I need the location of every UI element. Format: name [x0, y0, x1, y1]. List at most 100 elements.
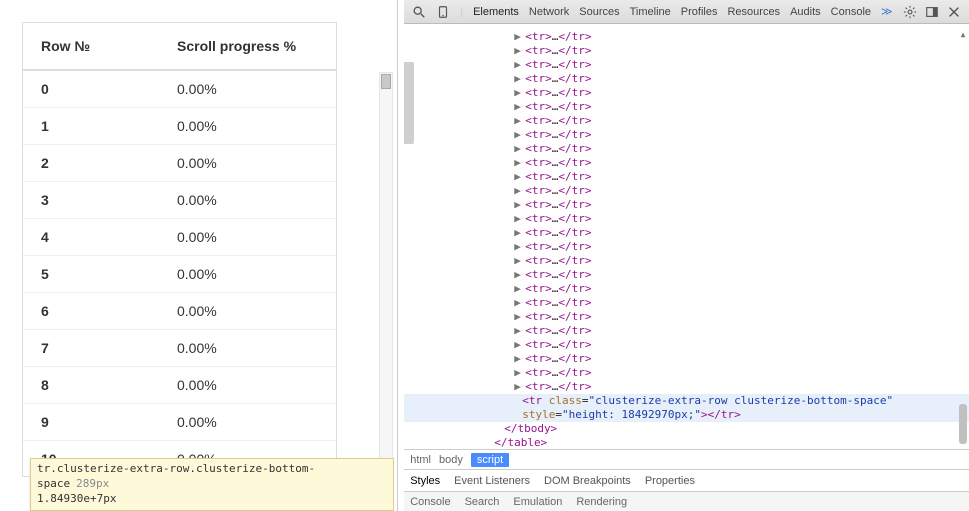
table-body[interactable]: 00.00% 10.00% 20.00% 30.00% 40.00% 50.00…	[23, 71, 336, 475]
dom-node-collapsed[interactable]: ▶<tr>…</tr>	[404, 58, 969, 72]
dom-node-collapsed[interactable]: ▶<tr>…</tr>	[404, 30, 969, 44]
expand-arrow-icon[interactable]: ▶	[514, 30, 522, 44]
subtab-event-listeners[interactable]: Event Listeners	[454, 475, 530, 487]
dom-node-collapsed[interactable]: ▶<tr>…</tr>	[404, 44, 969, 58]
settings-icon[interactable]	[903, 5, 917, 19]
crumb-html[interactable]: html	[410, 454, 431, 466]
pane-divider[interactable]	[394, 0, 404, 511]
expand-arrow-icon[interactable]: ▶	[514, 324, 522, 338]
expand-arrow-icon[interactable]: ▶	[514, 184, 522, 198]
tooltip-height: 1.84930e+7px	[37, 492, 116, 505]
drawer-tab-console[interactable]: Console	[410, 496, 450, 508]
dom-node-collapsed[interactable]: ▶<tr>…</tr>	[404, 254, 969, 268]
cell-progress: 0.00%	[173, 229, 336, 245]
tab-timeline[interactable]: Timeline	[630, 6, 671, 18]
dom-node-collapsed[interactable]: ▶<tr>…</tr>	[404, 282, 969, 296]
expand-arrow-icon[interactable]: ▶	[514, 254, 522, 268]
demo-scroll-thumb[interactable]	[381, 74, 391, 89]
header-row: Row №	[23, 38, 173, 54]
crumb-body[interactable]: body	[439, 454, 463, 466]
dom-node-collapsed[interactable]: ▶<tr>…</tr>	[404, 86, 969, 100]
expand-arrow-icon[interactable]: ▶	[514, 142, 522, 156]
dom-node-collapsed[interactable]: ▶<tr>…</tr>	[404, 380, 969, 394]
dom-node-collapsed[interactable]: ▶<tr>…</tr>	[404, 240, 969, 254]
subtab-properties[interactable]: Properties	[645, 475, 695, 487]
cell-progress: 0.00%	[173, 414, 336, 430]
dom-node-highlighted[interactable]: <tr class="clusterize-extra-row clusteri…	[404, 394, 969, 422]
dom-node-collapsed[interactable]: ▶<tr>…</tr>	[404, 114, 969, 128]
close-icon[interactable]	[947, 5, 961, 19]
dom-node-close[interactable]: </table>	[404, 436, 969, 449]
expand-arrow-icon[interactable]: ▶	[514, 366, 522, 380]
expand-arrow-icon[interactable]: ▶	[514, 338, 522, 352]
search-icon[interactable]	[412, 5, 426, 19]
dom-node-collapsed[interactable]: ▶<tr>…</tr>	[404, 184, 969, 198]
drawer-tab-emulation[interactable]: Emulation	[513, 496, 562, 508]
element-tooltip: tr.clusterize-extra-row.clusterize-botto…	[30, 458, 394, 511]
dom-node-collapsed[interactable]: ▶<tr>…</tr>	[404, 366, 969, 380]
tab-elements[interactable]: Elements	[473, 6, 519, 18]
dom-node-collapsed[interactable]: ▶<tr>…</tr>	[404, 128, 969, 142]
expand-arrow-icon[interactable]: ▶	[514, 226, 522, 240]
expand-arrow-icon[interactable]: ▶	[514, 352, 522, 366]
dom-node-collapsed[interactable]: ▶<tr>…</tr>	[404, 338, 969, 352]
dom-node-collapsed[interactable]: ▶<tr>…</tr>	[404, 310, 969, 324]
dom-node-collapsed[interactable]: ▶<tr>…</tr>	[404, 268, 969, 282]
expand-arrow-icon[interactable]: ▶	[514, 58, 522, 72]
expand-arrow-icon[interactable]: ▶	[514, 128, 522, 142]
expand-arrow-icon[interactable]: ▶	[514, 114, 522, 128]
dom-node-collapsed[interactable]: ▶<tr>…</tr>	[404, 198, 969, 212]
cell-row-n: 9	[23, 414, 173, 430]
tab-console[interactable]: Console	[831, 6, 871, 18]
tree-scrollbar[interactable]: ▲ ▼	[959, 28, 967, 449]
dom-node-collapsed[interactable]: ▶<tr>…</tr>	[404, 226, 969, 240]
expand-arrow-icon[interactable]: ▶	[514, 198, 522, 212]
cell-row-n: 0	[23, 81, 173, 97]
subtab-dom-breakpoints[interactable]: DOM Breakpoints	[544, 475, 631, 487]
dom-node-collapsed[interactable]: ▶<tr>…</tr>	[404, 170, 969, 184]
expand-arrow-icon[interactable]: ▶	[514, 380, 522, 394]
drawer-tab-search[interactable]: Search	[465, 496, 500, 508]
dom-node-collapsed[interactable]: ▶<tr>…</tr>	[404, 324, 969, 338]
dom-node-collapsed[interactable]: ▶<tr>…</tr>	[404, 352, 969, 366]
cell-row-n: 2	[23, 155, 173, 171]
expand-arrow-icon[interactable]: ▶	[514, 72, 522, 86]
expand-arrow-icon[interactable]: ▶	[514, 240, 522, 254]
expand-arrow-icon[interactable]: ▶	[514, 282, 522, 296]
expand-arrow-icon[interactable]: ▶	[514, 44, 522, 58]
expand-arrow-icon[interactable]: ▶	[514, 310, 522, 324]
expand-arrow-icon[interactable]: ▶	[514, 268, 522, 282]
dom-node-collapsed[interactable]: ▶<tr>…</tr>	[404, 100, 969, 114]
subtab-styles[interactable]: Styles	[410, 475, 440, 487]
drawer-toggle-icon[interactable]: ≫	[881, 5, 895, 19]
tab-audits[interactable]: Audits	[790, 6, 821, 18]
table-row: 80.00%	[23, 367, 336, 404]
tree-scroll-thumb[interactable]	[959, 404, 967, 444]
dock-icon[interactable]	[925, 5, 939, 19]
dom-node-collapsed[interactable]: ▶<tr>…</tr>	[404, 212, 969, 226]
demo-scrollbar[interactable]: ▲ ▼	[379, 72, 393, 474]
cell-row-n: 7	[23, 340, 173, 356]
drawer-tab-rendering[interactable]: Rendering	[576, 496, 627, 508]
dom-node-close[interactable]: </tbody>	[404, 422, 969, 436]
tab-network[interactable]: Network	[529, 6, 569, 18]
scroll-up-icon[interactable]: ▲	[959, 28, 967, 36]
expand-arrow-icon[interactable]: ▶	[514, 100, 522, 114]
dom-node-collapsed[interactable]: ▶<tr>…</tr>	[404, 156, 969, 170]
dom-node-collapsed[interactable]: ▶<tr>…</tr>	[404, 296, 969, 310]
dom-node-collapsed[interactable]: ▶<tr>…</tr>	[404, 72, 969, 86]
device-icon[interactable]	[436, 5, 450, 19]
expand-arrow-icon[interactable]: ▶	[514, 156, 522, 170]
table-row: 90.00%	[23, 404, 336, 441]
expand-arrow-icon[interactable]: ▶	[514, 212, 522, 226]
dom-tree[interactable]: ▶<tr>…</tr>▶<tr>…</tr>▶<tr>…</tr>▶<tr>…<…	[404, 24, 969, 449]
expand-arrow-icon[interactable]: ▶	[514, 170, 522, 184]
tab-sources[interactable]: Sources	[579, 6, 619, 18]
dom-node-collapsed[interactable]: ▶<tr>…</tr>	[404, 142, 969, 156]
table-row: 20.00%	[23, 145, 336, 182]
crumb-selected[interactable]: script	[471, 453, 509, 467]
expand-arrow-icon[interactable]: ▶	[514, 296, 522, 310]
expand-arrow-icon[interactable]: ▶	[514, 86, 522, 100]
tab-profiles[interactable]: Profiles	[681, 6, 718, 18]
tab-resources[interactable]: Resources	[727, 6, 780, 18]
